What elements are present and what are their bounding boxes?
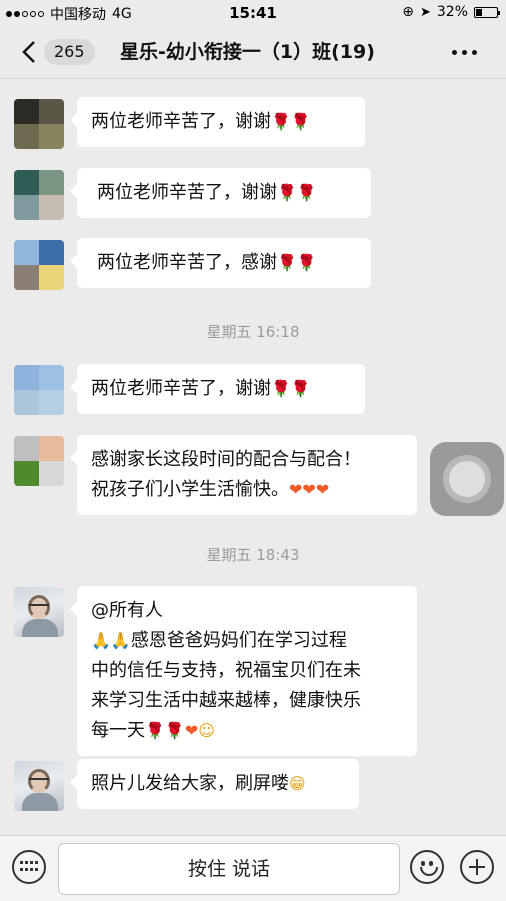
avatar-pixel — [39, 365, 64, 390]
smiley-icon-mouth — [420, 867, 438, 876]
message-bubble[interactable]: 照片儿发给大家，刷屏喽😁 — [70, 759, 359, 809]
rose-emoji: 🌹 — [277, 183, 297, 202]
emoji-button[interactable] — [410, 850, 444, 884]
assistive-touch-button[interactable] — [430, 442, 504, 516]
pray-emoji: 🙏 — [91, 631, 111, 650]
rose-emoji: 🌹 — [290, 379, 311, 398]
avatar-pixel — [14, 461, 39, 486]
avatar-pixel — [14, 365, 39, 390]
message-text: 两位老师辛苦了，谢谢🌹🌹 — [91, 378, 311, 399]
message-bubble[interactable]: 两位老师辛苦了，谢谢🌹🌹 — [70, 364, 365, 414]
sender-avatar[interactable] — [14, 587, 64, 637]
rose-emoji: 🌹 — [277, 253, 297, 272]
message-bubble[interactable]: 两位老师辛苦了，感谢🌹🌹 — [70, 238, 371, 288]
sender-avatar[interactable] — [14, 761, 64, 811]
rose-emoji: 🌹 — [145, 721, 165, 740]
avatar-pixel — [39, 436, 64, 461]
more-actions-plus-button[interactable] — [460, 850, 494, 884]
chevron-left-icon — [22, 41, 35, 63]
status-bar: 中国移动 4G 15:41 ⊕ ➤ 32% — [0, 0, 506, 26]
pray-emoji: 🙏 — [110, 631, 131, 650]
sender-avatar[interactable] — [14, 436, 64, 486]
avatar-pixel — [39, 195, 64, 220]
avatar-pixel — [39, 265, 64, 290]
input-bar: 按住 说话 — [0, 835, 506, 901]
chat-header: 265 星乐-幼小衔接一（1）班(19) — [0, 26, 506, 79]
message-text-line: 感谢家长这段时间的配合与配合！ — [91, 449, 361, 470]
avatar-pixel — [39, 461, 64, 486]
location-arrow-icon: ➤ — [419, 4, 431, 20]
rose-emoji: 🌹 — [271, 379, 291, 398]
avatar-pixel — [14, 436, 39, 461]
hold-to-talk-button[interactable]: 按住 说话 — [58, 843, 400, 895]
avatar-pixel — [14, 195, 39, 220]
message-text: 两位老师辛苦了，谢谢🌹🌹 — [91, 111, 311, 132]
message-text-line: 祝孩子们小学生活愉快。❤❤❤ — [91, 479, 330, 500]
heart-emoji: ❤ — [184, 721, 199, 740]
message-text-line: 来学习生活中越来越棒，健康快乐 — [91, 690, 361, 711]
dot-icon — [452, 49, 457, 55]
message-bubble[interactable]: 感谢家长这段时间的配合与配合！ 祝孩子们小学生活愉快。❤❤❤ — [70, 435, 417, 515]
avatar-glasses — [29, 778, 49, 784]
smiley-icon-eye — [429, 861, 433, 866]
avatar-pixel — [39, 170, 64, 195]
avatar-pixel — [14, 265, 39, 290]
battery-percent: 32% — [436, 4, 468, 20]
message-text: 照片儿发给大家，刷屏喽😁 — [91, 773, 306, 794]
sender-avatar[interactable] — [14, 99, 64, 149]
avatar-pixel — [39, 240, 64, 265]
smiley-icon — [421, 861, 425, 866]
sender-avatar[interactable] — [14, 240, 64, 290]
back-button[interactable] — [18, 38, 42, 66]
chat-title: 星乐-幼小衔接一（1）班(19) — [120, 41, 375, 63]
smile-emoji: ☺ — [198, 721, 215, 740]
status-right: ⊕ ➤ 32% — [402, 4, 500, 20]
assistive-touch-center — [449, 461, 485, 497]
rose-emoji: 🌹 — [296, 253, 317, 272]
more-options-button[interactable] — [452, 40, 480, 64]
message-bubble[interactable]: 两位老师辛苦了，谢谢🌹🌹 — [70, 168, 371, 218]
avatar-glasses — [29, 604, 49, 610]
message-bubble[interactable]: 两位老师辛苦了，谢谢🌹🌹 — [70, 97, 365, 147]
battery-icon — [474, 6, 500, 18]
rose-emoji: 🌹 — [296, 183, 317, 202]
heart-emoji: ❤ — [302, 480, 316, 499]
heart-emoji: ❤ — [315, 480, 330, 499]
message-bubble[interactable]: @所有人 🙏🙏感恩爸爸妈妈们在学习过程 中的信任与支持，祝福宝贝们在未 来学习生… — [70, 586, 417, 756]
avatar-pixel — [39, 99, 64, 124]
avatar-figure — [22, 619, 58, 637]
timestamp: 星期五 16:18 — [206, 323, 300, 341]
dot-icon — [462, 49, 467, 55]
keyboard-icon — [20, 861, 38, 873]
dot-icon — [472, 49, 477, 55]
avatar-pixel — [14, 240, 39, 265]
timestamp: 星期五 18:43 — [206, 546, 300, 564]
message-text-line: 🙏🙏感恩爸爸妈妈们在学习过程 — [91, 630, 347, 651]
rose-emoji: 🌹 — [271, 112, 291, 131]
rose-emoji: 🌹 — [164, 721, 185, 740]
sender-avatar[interactable] — [14, 365, 64, 415]
unread-count-badge[interactable]: 265 — [44, 39, 95, 65]
rose-emoji: 🌹 — [290, 112, 311, 131]
message-text-line: 每一天🌹🌹❤☺ — [91, 720, 215, 741]
rotation-lock-icon: ⊕ — [402, 4, 414, 20]
grin-emoji: 😁 — [289, 774, 306, 793]
heart-emoji: ❤ — [289, 480, 303, 499]
avatar-figure — [22, 793, 58, 811]
message-text-line: 中的信任与支持，祝福宝贝们在未 — [91, 660, 361, 681]
avatar-pixel — [14, 124, 39, 149]
message-text: 两位老师辛苦了，谢谢🌹🌹 — [97, 182, 317, 203]
message-text: 两位老师辛苦了，感谢🌹🌹 — [97, 252, 317, 273]
avatar-pixel — [14, 99, 39, 124]
avatar-pixel — [14, 170, 39, 195]
avatar-pixel — [39, 124, 64, 149]
sender-avatar[interactable] — [14, 170, 64, 220]
avatar-pixel — [14, 390, 39, 415]
avatar-pixel — [39, 390, 64, 415]
mention-all[interactable]: @所有人 — [91, 596, 403, 626]
keyboard-toggle-button[interactable] — [12, 850, 46, 884]
